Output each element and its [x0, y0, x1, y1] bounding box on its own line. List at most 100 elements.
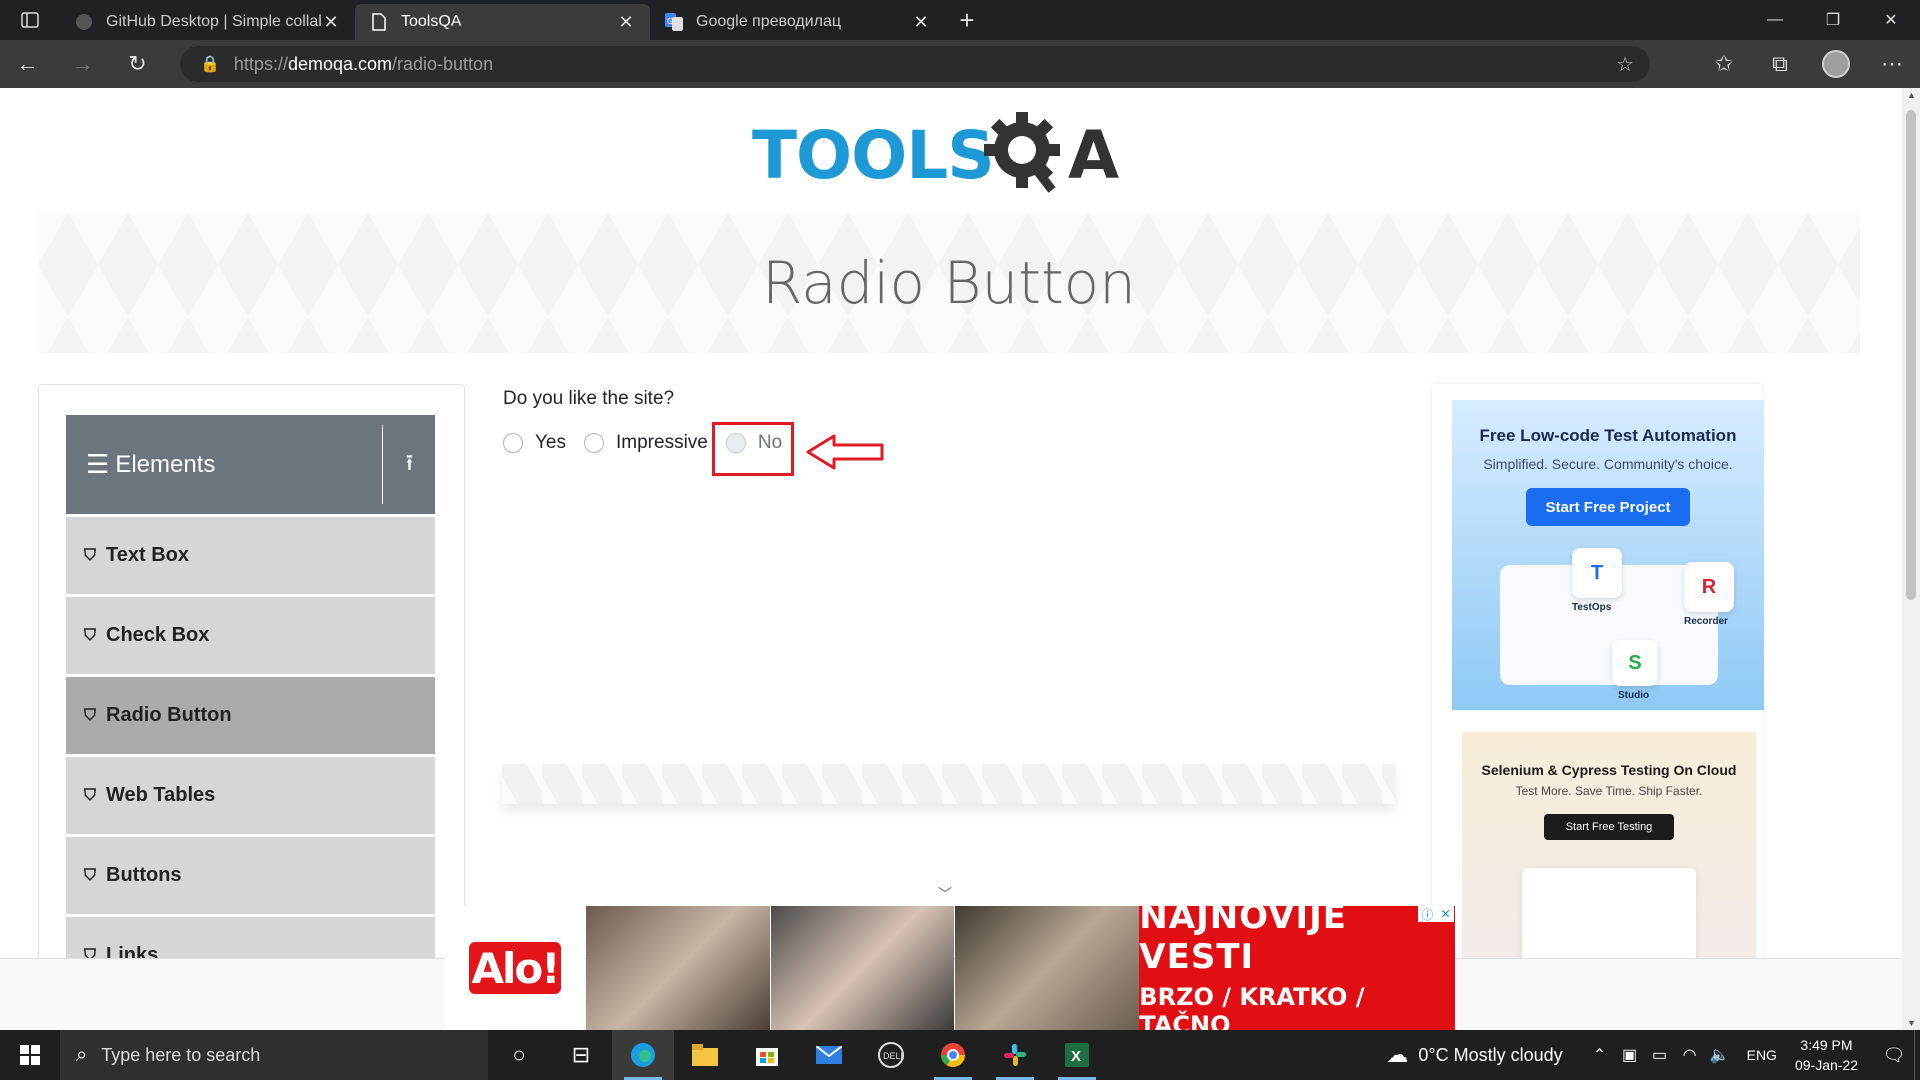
collections-icon[interactable]: ⧉ [1752, 40, 1808, 88]
ad-card-label: Studio [1618, 690, 1650, 701]
question-text: Do you like the site? [503, 388, 675, 409]
radio-impressive[interactable] [584, 433, 604, 453]
sidebar-item-label: Web Tables [106, 784, 216, 806]
tab-title: GitHub Desktop | Simple collabo [106, 13, 321, 30]
hamburger-icon: ☰ [86, 449, 110, 479]
html5-icon: ⛉ [84, 706, 97, 724]
toolsqa-logo[interactable]: TOOLS A [750, 108, 1150, 198]
notification-icon[interactable]: 🗨 [1874, 1045, 1914, 1066]
minimize-icon[interactable]: ― [1746, 0, 1804, 40]
mail-icon[interactable] [798, 1030, 860, 1080]
news-headline-box: NAJNOVIJE VESTI BRZO / KRATKO / TAČNO [1139, 897, 1455, 1039]
excel-icon[interactable]: X [1046, 1030, 1108, 1080]
ad-katalon[interactable]: Free Low-code Test Automation Simplified… [1452, 400, 1764, 710]
add-favorite-icon[interactable]: ☆ [1616, 52, 1634, 77]
browser-tab-bar: GitHub Desktop | Simple collabo ✕ ToolsQ… [0, 0, 1920, 40]
store-icon[interactable] [736, 1030, 798, 1080]
dell-icon[interactable]: DELL [860, 1030, 922, 1080]
edge-icon[interactable] [612, 1030, 674, 1080]
elements-menu: ⛉ Text Box ⛉ Check Box ⛉ Radio Button ⛉ … [66, 517, 435, 997]
close-tab-icon[interactable]: ✕ [321, 12, 341, 33]
slack-icon[interactable] [984, 1030, 1046, 1080]
task-view-icon[interactable]: ⊟ [550, 1030, 612, 1080]
language-indicator[interactable]: ENG [1747, 1047, 1777, 1063]
close-window-icon[interactable]: ✕ [1862, 0, 1920, 40]
refresh-icon[interactable]: ↻ [110, 40, 165, 88]
svg-text:DELL: DELL [883, 1051, 904, 1061]
taskbar-search[interactable]: ⌕ Type here to search [60, 1030, 488, 1080]
sidebar-item-label: Text Box [106, 544, 189, 566]
radio-yes[interactable] [503, 433, 523, 453]
ad-card-label: Recorder [1684, 616, 1728, 627]
cortana-icon[interactable]: ○ [488, 1030, 550, 1080]
scroll-thumb[interactable] [1906, 110, 1916, 600]
radio-label[interactable]: Impressive [616, 432, 708, 454]
sidebar-item-buttons[interactable]: ⛉ Buttons [66, 837, 435, 914]
sidebar-item-text-box[interactable]: ⛉ Text Box [66, 517, 435, 594]
elements-group-header[interactable]: ☰ Elements ⭱ [66, 415, 435, 514]
back-icon[interactable]: ← [0, 40, 55, 88]
more-icon[interactable]: ⋯ [1864, 40, 1920, 88]
tab-title: Google преводилац [696, 13, 842, 30]
profile-icon[interactable] [1808, 40, 1864, 88]
page-title: Radio Button [762, 249, 1136, 317]
weather-widget[interactable]: ☁ 0°C Mostly cloudy [1386, 1042, 1562, 1068]
search-placeholder: Type here to search [101, 1044, 261, 1065]
sidebar-item-label: Check Box [106, 624, 210, 646]
chevron-down-icon[interactable]: ﹀ [938, 884, 952, 904]
sidebar-item-check-box[interactable]: ⛉ Check Box [66, 597, 435, 674]
show-desktop-button[interactable] [1914, 1030, 1920, 1080]
clock-time: 3:49 PM [1800, 1037, 1853, 1053]
page-scrollbar[interactable]: ▲ ▼ [1902, 88, 1920, 1030]
close-tab-icon[interactable]: ✕ [911, 12, 931, 33]
restore-icon[interactable]: ❐ [1804, 0, 1862, 40]
bottom-banner-ad[interactable]: Alo! NAJNOVIJE VESTI BRZO / KRATKO / TAČ… [445, 897, 1455, 1039]
chrome-icon[interactable] [922, 1030, 984, 1080]
sidebar-item-radio-button[interactable]: ⛉ Radio Button [66, 677, 435, 754]
new-tab-icon[interactable]: + [945, 0, 989, 40]
network-drive-icon[interactable]: ▣ [1615, 1045, 1645, 1065]
chevron-up-icon[interactable]: ⌃ [1585, 1045, 1615, 1065]
collapse-up-icon[interactable]: ⭱ [384, 415, 435, 514]
radio-option-yes[interactable]: Yes [503, 432, 566, 454]
windows-taskbar: ⌕ Type here to search ○ ⊟ DELL X ☁ 0°C M… [0, 1030, 1920, 1080]
windows-start-icon[interactable] [0, 1030, 60, 1080]
svg-text:A: A [1068, 117, 1119, 194]
tab-github-desktop[interactable]: GitHub Desktop | Simple collabo ✕ [60, 4, 355, 40]
close-ad-icon[interactable]: ✕ [1440, 907, 1450, 921]
radio-label[interactable]: Yes [535, 432, 566, 454]
address-bar[interactable]: 🔒 https://demoqa.com/radio-button ☆ [180, 46, 1650, 82]
start-free-testing-button[interactable]: Start Free Testing [1544, 814, 1674, 840]
scroll-up-icon[interactable]: ▲ [1907, 90, 1916, 100]
ad-choices[interactable]: ⓘ ✕ [1418, 906, 1454, 922]
cloud-icon: ☁ [1386, 1042, 1409, 1067]
page-header-banner: Radio Button [38, 213, 1860, 353]
volume-icon[interactable]: 🔈 [1705, 1045, 1735, 1065]
tab-actions-icon[interactable] [0, 0, 60, 40]
sidebar-item-web-tables[interactable]: ⛉ Web Tables [66, 757, 435, 834]
ad-subtitle: Simplified. Secure. Community's choice. [1483, 456, 1733, 472]
start-free-project-button[interactable]: Start Free Project [1526, 488, 1690, 526]
file-explorer-icon[interactable] [674, 1030, 736, 1080]
favorites-icon[interactable]: ✩ [1696, 40, 1752, 88]
wifi-icon[interactable]: ◠ [1675, 1045, 1705, 1065]
info-icon[interactable]: ⓘ [1421, 906, 1433, 923]
clock[interactable]: 3:49 PM 09-Jan-22 [1795, 1035, 1858, 1075]
ad-headline: NAJNOVIJE VESTI [1139, 897, 1348, 977]
radio-option-impressive[interactable]: Impressive [584, 432, 708, 454]
battery-icon[interactable]: ▭ [1645, 1045, 1675, 1065]
avatar [1822, 50, 1850, 78]
window-controls: ― ❐ ✕ [1746, 0, 1920, 40]
lock-icon[interactable]: 🔒 [200, 54, 220, 74]
forward-icon[interactable]: → [55, 40, 110, 88]
page-viewport: TOOLS A Radio Button ☰ Elements ⭱ ⛉ Text… [0, 88, 1902, 1030]
tab-google-translate[interactable]: G Google преводилац ✕ [650, 4, 945, 40]
scroll-down-icon[interactable]: ▼ [1907, 1018, 1916, 1028]
system-tray: ☁ 0°C Mostly cloudy ⌃ ▣ ▭ ◠ 🔈 ENG 3:49 P… [1386, 1030, 1920, 1080]
recorder-icon: R [1684, 562, 1734, 612]
tab-toolsqa[interactable]: ToolsQA ✕ [355, 4, 650, 40]
close-tab-icon[interactable]: ✕ [616, 12, 636, 33]
right-ad-column: Free Low-code Test Automation Simplified… [1432, 384, 1764, 1030]
search-icon: ⌕ [76, 1043, 88, 1066]
news-photo [585, 906, 770, 1030]
